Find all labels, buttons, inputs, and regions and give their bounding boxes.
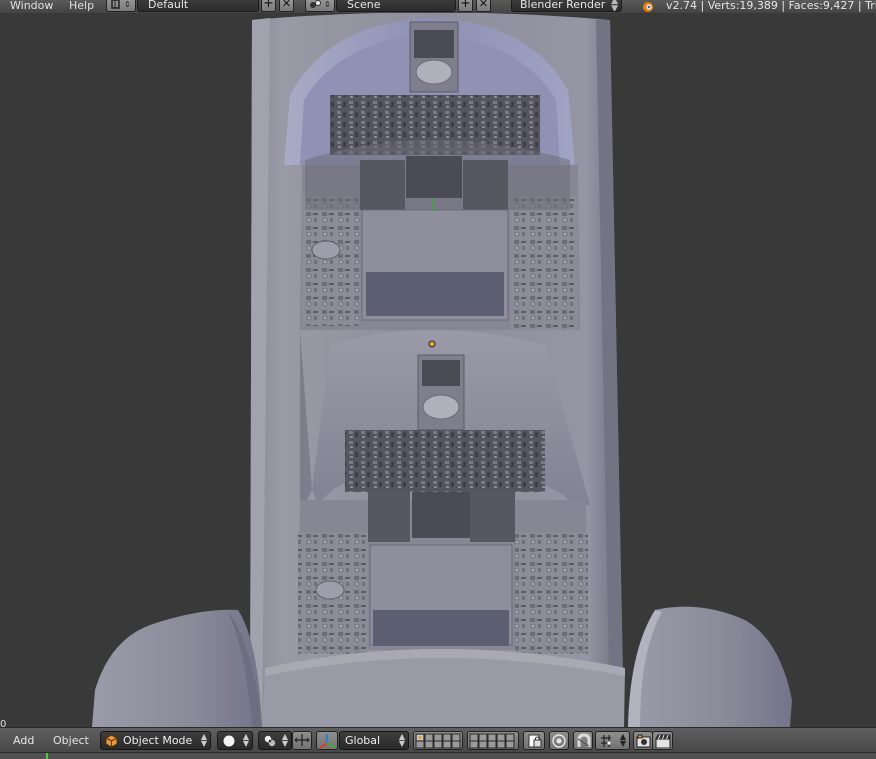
dropdown-arrows-icon: ▲ ▼ [242,732,249,748]
current-frame-marker[interactable] [46,753,48,759]
layer-grid-icon [469,733,515,749]
scene-select[interactable]: Scene [336,0,456,12]
svg-text:⇕: ⇕ [324,0,331,9]
info-header: Window Help ⇕ Default + ✕ ⇕ Scene + ✕ Bl… [0,0,876,14]
transform-orientation-select[interactable]: Global ▲ ▼ [339,731,409,750]
screen-layout-select[interactable]: Default [137,0,259,12]
add-scene-button[interactable]: + [458,0,473,12]
dropdown-arrows-icon: ▲ ▼ [619,732,626,748]
cockpit-model-render [92,13,792,727]
menu-help[interactable]: Help [69,0,94,12]
layout-icon: ⇕ [111,0,131,9]
proportional-edit-icon [552,734,566,748]
snap-element-select[interactable]: ▲ ▼ [595,731,630,750]
snap-toggle[interactable] [573,731,593,750]
viewport-shading-select[interactable]: ▲ ▼ [217,731,253,750]
dropdown-arrows-icon: ▲ ▼ [611,0,618,12]
layer-grid-icon [415,733,461,749]
scene-icon: ⇕ [310,0,331,9]
transform-axes-icon [319,734,336,749]
render-engine-select[interactable]: Blender Render ▲ ▼ [511,0,622,12]
snap-increment-icon [601,735,611,747]
view3d-header: Add Object Object Mode ▲ ▼ ▲ ▼ ▲ ▼ Globa… [0,727,876,753]
pivot-point-select[interactable]: ▲ ▼ [258,731,292,750]
screen-layout-type-button[interactable]: ⇕ [106,0,136,12]
opengl-render-animation-button[interactable] [652,731,673,750]
clapper-render-icon [655,734,671,748]
camera-render-icon [636,734,651,748]
scene-layers-group-2[interactable] [467,731,519,750]
dropdown-arrows-icon: ▲ ▼ [200,732,207,748]
object-origin-marker [428,340,436,348]
scene-layers-group-1[interactable] [413,731,463,750]
manipulator-toggle[interactable] [292,731,312,750]
pivot-point-icon [264,735,276,747]
scene-type-button[interactable]: ⇕ [305,0,335,12]
add-screen-button[interactable]: + [261,0,276,12]
snap-magnet-icon [577,733,591,747]
proportional-edit-toggle[interactable] [549,731,569,750]
blender-logo-icon [643,2,653,12]
dropdown-arrows-icon: ▲ ▼ [398,732,405,748]
dropdown-arrows-icon: ▲ ▼ [281,732,288,748]
scene-statistics: v2.74 | Verts:19,389 | Faces:9,427 | Tri… [666,0,876,12]
transform-manipulator-button[interactable] [316,731,338,750]
delete-screen-button[interactable]: ✕ [279,0,294,12]
menu-window[interactable]: Window [10,0,53,12]
svg-text:⇕: ⇕ [124,0,131,9]
manipulator-icon [294,734,310,746]
lock-layers-toggle[interactable] [523,731,545,750]
delete-scene-button[interactable]: ✕ [476,0,491,12]
menu-add[interactable]: Add [13,734,34,747]
menu-object[interactable]: Object [53,734,89,747]
mode-select[interactable]: Object Mode ▲ ▼ [100,731,211,750]
frame-number: 0 [0,719,7,727]
3d-viewport[interactable]: 0 [0,13,876,727]
opengl-render-image-button[interactable] [633,731,653,750]
solid-sphere-icon [223,735,235,747]
lock-layers-icon [528,734,542,748]
object-cube-icon [105,734,118,747]
